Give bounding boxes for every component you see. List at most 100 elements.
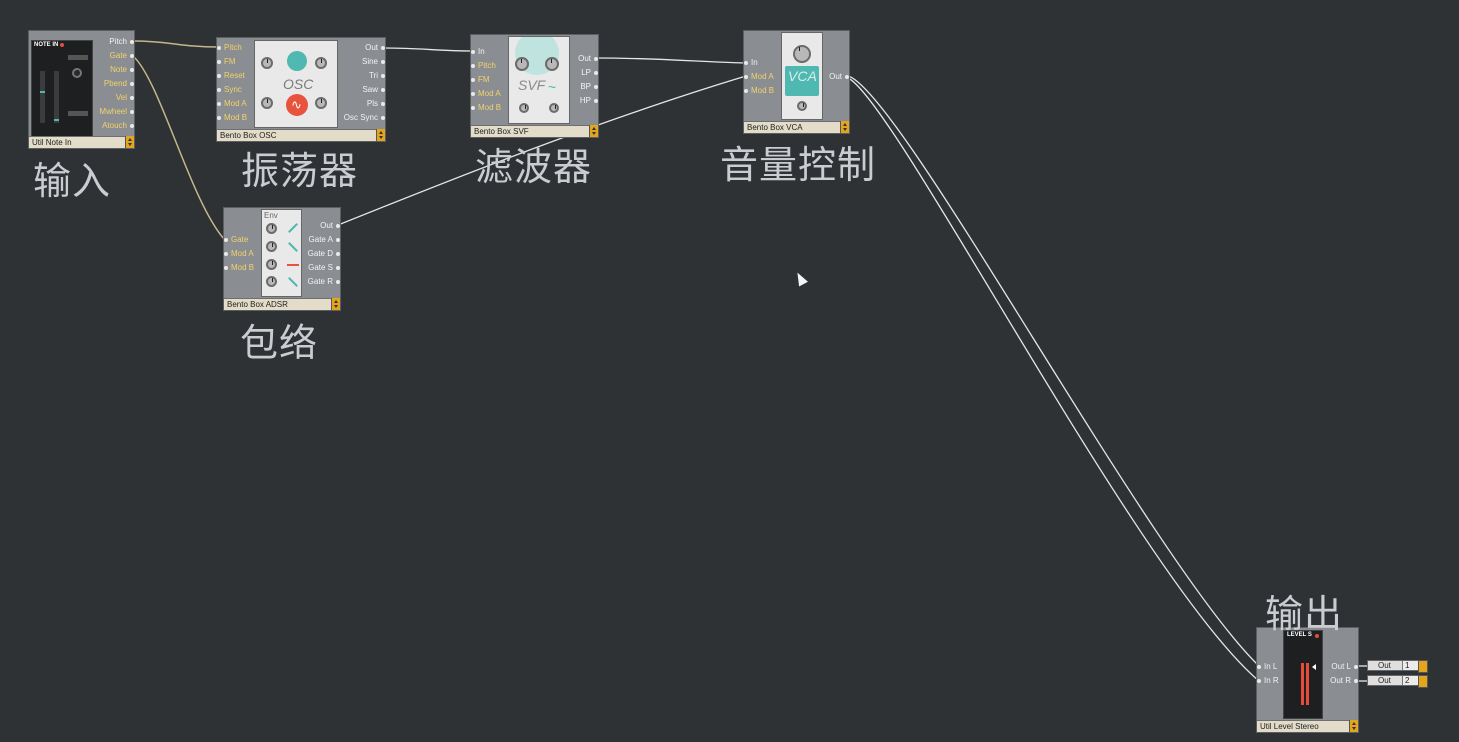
port-dot[interactable] (845, 75, 849, 79)
port-dot[interactable] (224, 238, 228, 242)
vca-in-modb[interactable]: Mod B (744, 86, 774, 96)
port-dot[interactable] (744, 75, 748, 79)
port-dot[interactable] (336, 252, 340, 256)
port-dot[interactable] (381, 74, 385, 78)
level-footer[interactable]: Util Level Stereo (1257, 720, 1358, 732)
adsr-attack-knob[interactable] (266, 223, 277, 234)
adsr-out-gates[interactable]: Gate S (308, 263, 340, 273)
adsr-in-gate[interactable]: Gate (224, 235, 248, 245)
port-dot[interactable] (471, 50, 475, 54)
osc-in-sync[interactable]: Sync (217, 85, 242, 95)
module-menu-button[interactable] (840, 121, 849, 133)
port-dot[interactable] (381, 88, 385, 92)
port-dot[interactable] (130, 68, 134, 72)
port-dot[interactable] (217, 116, 221, 120)
level-out-r[interactable]: Out R (1330, 676, 1358, 686)
port-dot[interactable] (471, 92, 475, 96)
adsr-out-gater[interactable]: Gate R (308, 277, 340, 287)
osc-in-moda[interactable]: Mod A (217, 99, 247, 109)
port-dot[interactable] (336, 280, 340, 284)
osc-out-saw[interactable]: Saw (362, 85, 385, 95)
note-in-out-note[interactable]: Note (110, 65, 134, 75)
note-in-out-vel[interactable]: Vel (116, 93, 134, 103)
adsr-release-knob[interactable] (266, 276, 277, 287)
port-dot[interactable] (1354, 665, 1358, 669)
level-in-r[interactable]: In R (1257, 676, 1279, 686)
port-dot[interactable] (130, 40, 134, 44)
svf-out-bp[interactable]: BP (580, 82, 598, 92)
osc-wave-button[interactable]: ∿ (286, 94, 308, 116)
port-dot[interactable] (744, 89, 748, 93)
svf-in-fm[interactable]: FM (471, 75, 490, 85)
port-dot[interactable] (224, 252, 228, 256)
port-dot[interactable] (744, 61, 748, 65)
svf-in-modb[interactable]: Mod B (471, 103, 501, 113)
port-dot[interactable] (130, 110, 134, 114)
module-menu-button[interactable] (376, 129, 385, 141)
port-dot[interactable] (594, 85, 598, 89)
adsr-decay-knob[interactable] (266, 241, 277, 252)
port-dot[interactable] (381, 60, 385, 64)
port-dot[interactable] (471, 78, 475, 82)
output-menu-button[interactable] (1418, 660, 1428, 673)
port-dot[interactable] (594, 57, 598, 61)
osc-in-fm[interactable]: FM (217, 57, 236, 67)
adsr-sustain-knob[interactable] (266, 259, 277, 270)
module-note-in[interactable]: NOTE IN Pitch Gate Note Pbend Vel Mwheel… (28, 30, 135, 149)
module-menu-button[interactable] (1349, 720, 1358, 732)
module-osc[interactable]: Pitch FM Reset Sync Mod A Mod B OSC ∿ Ou… (216, 37, 386, 142)
note-in-out-pbend[interactable]: Pbend (104, 79, 134, 89)
module-level-stereo[interactable]: In L In R LEVEL S Out L Out R Util Level… (1256, 627, 1359, 733)
svf-cutoff-knob[interactable] (515, 57, 529, 71)
port-dot[interactable] (594, 71, 598, 75)
adsr-out-out[interactable]: Out (320, 221, 340, 231)
osc-in-modb[interactable]: Mod B (217, 113, 247, 123)
note-in-out-pitch[interactable]: Pitch (109, 37, 134, 47)
osc-out-sine[interactable]: Sine (362, 57, 385, 67)
port-dot[interactable] (217, 102, 221, 106)
note-in-footer[interactable]: Util Note In (29, 136, 134, 148)
osc-out-out[interactable]: Out (365, 43, 385, 53)
svf-mod-knob[interactable] (549, 103, 559, 113)
port-dot[interactable] (217, 88, 221, 92)
vca-in-moda[interactable]: Mod A (744, 72, 774, 82)
vca-gain-knob[interactable] (797, 101, 807, 111)
vca-level-knob[interactable] (793, 45, 811, 63)
osc-out-tri[interactable]: Tri (369, 71, 385, 81)
level-slider-handle[interactable] (1312, 664, 1316, 670)
osc-in-pitch[interactable]: Pitch (217, 43, 242, 53)
port-dot[interactable] (217, 74, 221, 78)
adsr-out-gated[interactable]: Gate D (308, 249, 340, 259)
note-in-glide-knob[interactable] (72, 68, 82, 78)
module-adsr[interactable]: Gate Mod A Mod B Env Out Gate A Gate D G… (223, 207, 341, 311)
port-dot[interactable] (130, 54, 134, 58)
port-dot[interactable] (130, 124, 134, 128)
adsr-out-gatea[interactable]: Gate A (309, 235, 340, 245)
port-dot[interactable] (224, 266, 228, 270)
osc-fine-knob[interactable] (315, 57, 327, 69)
svf-in-pitch[interactable]: Pitch (471, 61, 496, 71)
module-svf[interactable]: In Pitch FM Mod A Mod B SVF ~ Out LP BP … (470, 34, 599, 138)
adsr-in-modb[interactable]: Mod B (224, 263, 254, 273)
output-menu-button[interactable] (1418, 675, 1428, 688)
svf-resonance-knob[interactable] (545, 57, 559, 71)
osc-out-pls[interactable]: Pls (367, 99, 385, 109)
level-in-l[interactable]: In L (1257, 662, 1277, 672)
osc-pulse-knob[interactable] (315, 97, 327, 109)
port-dot[interactable] (1354, 679, 1358, 683)
osc-out-sync[interactable]: Osc Sync (344, 113, 385, 123)
port-dot[interactable] (336, 266, 340, 270)
svf-in-in[interactable]: In (471, 47, 485, 57)
port-dot[interactable] (471, 106, 475, 110)
port-dot[interactable] (336, 238, 340, 242)
port-dot[interactable] (381, 116, 385, 120)
vca-in-in[interactable]: In (744, 58, 758, 68)
port-dot[interactable] (130, 82, 134, 86)
note-in-out-gate[interactable]: Gate (110, 51, 134, 61)
port-dot[interactable] (381, 46, 385, 50)
osc-coarse-knob[interactable] (261, 57, 273, 69)
port-dot[interactable] (1257, 665, 1261, 669)
osc-mode-button[interactable] (287, 51, 307, 71)
port-dot[interactable] (130, 96, 134, 100)
module-menu-button[interactable] (125, 136, 134, 148)
